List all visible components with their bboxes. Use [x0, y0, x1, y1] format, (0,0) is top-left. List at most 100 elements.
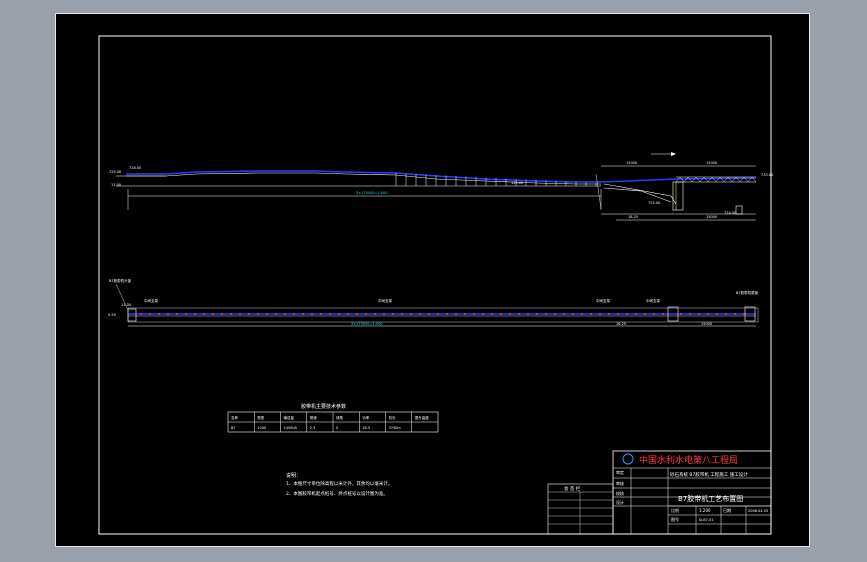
idler-mark	[662, 313, 664, 315]
project-name: 砂石系统 B7胶带机 工程施工 施工设计	[670, 471, 748, 478]
idler-mark	[455, 313, 457, 315]
idler-mark	[725, 313, 727, 315]
idler-mark	[608, 313, 610, 315]
idler-mark	[536, 313, 538, 315]
idler-mark	[707, 313, 709, 315]
idler-mark	[500, 313, 502, 315]
plan-left-dim: 11.00	[121, 303, 131, 307]
company-logo-icon	[622, 453, 634, 465]
elevation-view: 3×175000=1:000 729.00 728.00 11.00 125.0…	[109, 152, 773, 221]
idler-mark	[374, 313, 376, 315]
plan-right-label: 中间支架	[596, 298, 610, 303]
idler-mark	[248, 313, 250, 315]
idler-mark	[140, 313, 142, 315]
drawing-no-value: SJ-B7-01	[699, 518, 714, 522]
idler-mark	[464, 313, 466, 315]
elev-right-low2: 724.00	[724, 211, 736, 215]
idler-mark	[338, 313, 340, 315]
idler-mark	[302, 313, 304, 315]
idler-mark	[158, 313, 160, 315]
elev-left-offset: 11.00	[111, 183, 121, 187]
table-header-cell: 机长	[389, 415, 397, 420]
idler-mark	[527, 313, 529, 315]
scale-value: 1:200	[699, 508, 711, 513]
idler-mark	[365, 313, 367, 315]
table-value-cell: 1000	[257, 426, 266, 430]
idler-mark	[284, 313, 286, 315]
idler-mark	[617, 313, 619, 315]
idler-mark	[545, 313, 547, 315]
idler-mark	[581, 313, 583, 315]
table-header-cell: 输送量	[284, 415, 295, 420]
idler-mark	[149, 313, 151, 315]
idler-mark	[221, 313, 223, 315]
plan-right-note: B7胶带机尾部	[736, 290, 759, 295]
idler-mark	[257, 313, 259, 315]
date-value: 2006.04.05	[748, 509, 768, 513]
idler-mark	[698, 313, 700, 315]
title-block: 中国水利水电第八工程局 砂石系统 B7胶带机 工程施工 施工设计 B7胶带机工艺…	[547, 450, 772, 535]
idler-mark	[518, 313, 520, 315]
idler-mark	[230, 313, 232, 315]
notes-heading: 说明：	[286, 472, 301, 479]
table-header-cell: 名称	[231, 415, 238, 420]
idler-mark	[716, 313, 718, 315]
row-label-1: 审核	[616, 480, 624, 486]
idler-mark	[644, 313, 646, 315]
idler-mark	[572, 313, 574, 315]
notes-line2: 2、本图胶带机起点桩号、终点桩号以设计图为准。	[286, 490, 388, 497]
row-label-3: 设计	[616, 499, 624, 505]
table-header-cell: 倾角	[336, 415, 344, 420]
plan-right-dim2: 18.25	[616, 322, 626, 326]
row-label-2: 校核	[616, 490, 624, 496]
scale-label: 比例	[671, 507, 679, 513]
cad-viewport[interactable]: 3×175000=1:000 729.00 728.00 11.00 125.0…	[55, 13, 810, 547]
plan-left-note: B7胶带机头部	[109, 278, 132, 283]
table-header-cell: 带宽	[257, 415, 265, 420]
elev-main-length: 3×175000=1:000	[356, 191, 388, 195]
truss-member	[707, 176, 713, 183]
truss-member	[695, 176, 701, 183]
elev-left-elev2: 728.00	[129, 166, 141, 170]
plan-right-label2: 中间支架	[646, 298, 660, 303]
idler-mark	[239, 313, 241, 315]
idler-mark	[212, 313, 214, 315]
elev-left-elev: 729.00	[109, 170, 121, 174]
drawing-no-label: 图号	[671, 516, 679, 522]
idler-mark	[401, 313, 403, 315]
idler-mark	[410, 313, 412, 315]
elev-right-seg: 18.25	[628, 215, 638, 219]
table-value-cell: 0	[336, 426, 338, 430]
elev-right-low: 725.00	[648, 201, 660, 205]
idler-mark	[185, 313, 187, 315]
table-caption: 胶带机主要技术参数	[301, 403, 346, 410]
elev-right-elev: 733.00	[761, 173, 773, 177]
plan-left-small: 0.50	[108, 313, 116, 317]
idler-mark	[428, 313, 430, 315]
sign-box-label: 会 签 栏	[564, 485, 581, 492]
idler-mark	[320, 313, 322, 315]
idler-mark	[635, 313, 637, 315]
idler-mark	[194, 313, 196, 315]
plan-main-length: 3×175000=1:000	[351, 322, 383, 326]
row-label-0: 审定	[616, 469, 624, 475]
table-header-cell: 带速	[310, 415, 318, 420]
idler-mark	[437, 313, 439, 315]
notes-line1: 1、本图尺寸单位除高程以米计外，其余均以毫米计。	[286, 480, 392, 487]
truss-member	[703, 176, 709, 183]
plan-view: 3×175000=1:000 B7胶带机头部 11.00 0.50 中间支架 中…	[108, 278, 759, 327]
idler-mark	[680, 313, 682, 315]
elev-mid-elev: 125.00	[511, 181, 523, 185]
idler-mark	[392, 313, 394, 315]
idler-mark	[509, 313, 511, 315]
table-header-cell: 提升高度	[415, 415, 429, 420]
idler-mark	[626, 313, 628, 315]
idler-mark	[311, 313, 313, 315]
idler-mark	[167, 313, 169, 315]
idler-mark	[563, 313, 565, 315]
table-value-cell: 18.5	[362, 426, 370, 430]
idler-mark	[347, 313, 349, 315]
idler-mark	[266, 313, 268, 315]
plan-right-dim: 15000	[701, 322, 712, 326]
table-value-cell: 1450t/h	[284, 426, 298, 430]
